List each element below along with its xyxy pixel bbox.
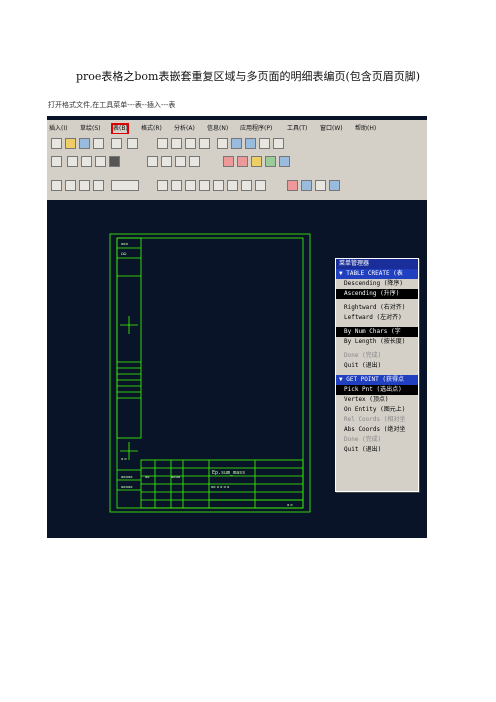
grid-icon[interactable] xyxy=(79,180,90,191)
svg-text:αααα: αααα xyxy=(171,475,181,479)
paste-icon[interactable] xyxy=(199,138,210,149)
menu-apps[interactable]: 应用程序(P) xyxy=(240,123,272,132)
datum-icon[interactable] xyxy=(95,156,106,167)
axis-icon[interactable] xyxy=(237,156,248,167)
menu-window[interactable]: 窗口(W) xyxy=(320,123,343,132)
view-hidden-icon[interactable] xyxy=(161,156,172,167)
snap-icon[interactable] xyxy=(93,180,104,191)
svg-text:ααααα: ααααα xyxy=(121,485,133,489)
undo-icon[interactable] xyxy=(127,138,138,149)
menu-sketch[interactable]: 草绘(S) xyxy=(80,123,101,132)
view-shade-icon[interactable] xyxy=(189,156,200,167)
table-create-header[interactable]: ▼ TABLE CREATE (表 xyxy=(336,269,418,279)
arc-icon[interactable] xyxy=(171,180,182,191)
toolbar-row-1 xyxy=(47,134,427,152)
note-icon[interactable] xyxy=(81,156,92,167)
menu-format[interactable]: 格式(R) xyxy=(141,123,162,132)
mm-item-descending[interactable]: Descending (降序) xyxy=(336,279,418,289)
spin-icon[interactable] xyxy=(279,156,290,167)
open-icon[interactable] xyxy=(65,138,76,149)
mm-item-quit-2[interactable]: Quit (退出) xyxy=(336,445,418,455)
menu-analysis[interactable]: 分析(A) xyxy=(174,123,195,132)
mm-item-on-entity[interactable]: On Entity (图元上) xyxy=(336,405,418,415)
svg-text:α α: α α xyxy=(287,503,293,507)
display-icon[interactable] xyxy=(51,156,62,167)
svg-text:αα α α α α: αα α α α α xyxy=(211,485,230,489)
page-title: proe表格之bom表嵌套重复区域与多页面的明细表编页(包含页眉页脚) xyxy=(75,70,421,83)
toolbar-row-2 xyxy=(47,152,427,172)
side-strip xyxy=(116,237,142,439)
window-icon[interactable] xyxy=(301,180,312,191)
menu-manager-panel: 菜单管理器 ▼ TABLE CREATE (表 Descending (降序) … xyxy=(335,258,419,492)
dim-icon[interactable] xyxy=(67,156,78,167)
email-icon[interactable] xyxy=(111,138,122,149)
csys-icon[interactable] xyxy=(265,156,276,167)
zoom-in-icon[interactable] xyxy=(231,138,242,149)
svg-text:ΩΩ: ΩΩ xyxy=(121,252,127,256)
offset-icon[interactable] xyxy=(227,180,238,191)
get-point-header[interactable]: ▼ GET POINT (获得点 xyxy=(336,375,418,385)
mm-item-rightward[interactable]: Rightward (右对齐) xyxy=(336,303,418,313)
view-nohidden-icon[interactable] xyxy=(175,156,186,167)
menu-info[interactable]: 信息(N) xyxy=(207,123,228,132)
mm-item-quit-1[interactable]: Quit (退出) xyxy=(336,361,418,371)
select-icon[interactable] xyxy=(51,180,62,191)
svg-text:ααα: ααα xyxy=(121,242,129,246)
mm-item-leftward[interactable]: Leftward (左对齐) xyxy=(336,313,418,323)
zoom-out-icon[interactable] xyxy=(245,138,256,149)
repaint-icon[interactable] xyxy=(217,138,228,149)
group-icon[interactable] xyxy=(65,180,76,191)
instruction-text: 打开格式文件,在工具菜单---表--插入---表 xyxy=(48,101,176,109)
mm-item-done-2[interactable]: Done (完成) xyxy=(336,435,418,445)
copy-icon[interactable] xyxy=(185,138,196,149)
plane-icon[interactable] xyxy=(223,156,234,167)
delete-icon[interactable] xyxy=(287,180,298,191)
drawing-inner-border xyxy=(116,237,304,509)
menu-tools[interactable]: 工具(T) xyxy=(287,123,307,132)
menu-help[interactable]: 帮助(H) xyxy=(355,123,376,132)
line-width-field[interactable] xyxy=(111,180,139,191)
mirror-icon[interactable] xyxy=(255,180,266,191)
table-icon[interactable] xyxy=(109,156,120,167)
point-icon[interactable] xyxy=(251,156,262,167)
mm-item-by-length[interactable]: By Length (按长度) xyxy=(336,337,418,347)
spline-icon[interactable] xyxy=(213,180,224,191)
circle-icon[interactable] xyxy=(185,180,196,191)
svg-text:αα: αα xyxy=(145,475,150,479)
mm-item-done-1[interactable]: Done (完成) xyxy=(336,351,418,361)
save-icon[interactable] xyxy=(79,138,90,149)
svg-text:ααααα: ααααα xyxy=(121,475,133,479)
mm-item-vertex[interactable]: Vertex (顶点) xyxy=(336,395,418,405)
mm-item-rel-coords[interactable]: Rel Coords (相对坐 xyxy=(336,415,418,425)
mm-item-ascending[interactable]: Ascending (升序) xyxy=(336,289,418,299)
menu-manager-title: 菜单管理器 xyxy=(336,259,418,269)
mm-item-pick-pnt[interactable]: Pick Pnt (选出点) xyxy=(336,385,418,395)
orient-icon[interactable] xyxy=(273,138,284,149)
proe-screenshot: 插入(I) 草绘(S) 表(B) 格式(R) 分析(A) 信息(N) 应用程序(… xyxy=(47,116,427,538)
redo-icon[interactable] xyxy=(157,138,168,149)
cut-icon[interactable] xyxy=(171,138,182,149)
mm-item-by-num-chars[interactable]: By Num Chars (字 xyxy=(336,327,418,337)
trim-icon[interactable] xyxy=(241,180,252,191)
layer-icon[interactable] xyxy=(315,180,326,191)
new-icon[interactable] xyxy=(51,138,62,149)
toolbar-row-3 xyxy=(47,172,427,200)
svg-text:α α: α α xyxy=(121,457,127,461)
sum-mass-label: Ep.sum_mass xyxy=(212,470,245,476)
fillet-icon[interactable] xyxy=(199,180,210,191)
view-wire-icon[interactable] xyxy=(147,156,158,167)
mm-item-abs-coords[interactable]: Abs Coords (绝对坐 xyxy=(336,425,418,435)
model-tree-icon[interactable] xyxy=(329,180,340,191)
refit-icon[interactable] xyxy=(259,138,270,149)
menu-bar: 插入(I) 草绘(S) 表(B) 格式(R) 分析(A) 信息(N) 应用程序(… xyxy=(47,120,427,135)
menu-insert[interactable]: 插入(I) xyxy=(49,123,67,132)
print-icon[interactable] xyxy=(93,138,104,149)
line-icon[interactable] xyxy=(157,180,168,191)
